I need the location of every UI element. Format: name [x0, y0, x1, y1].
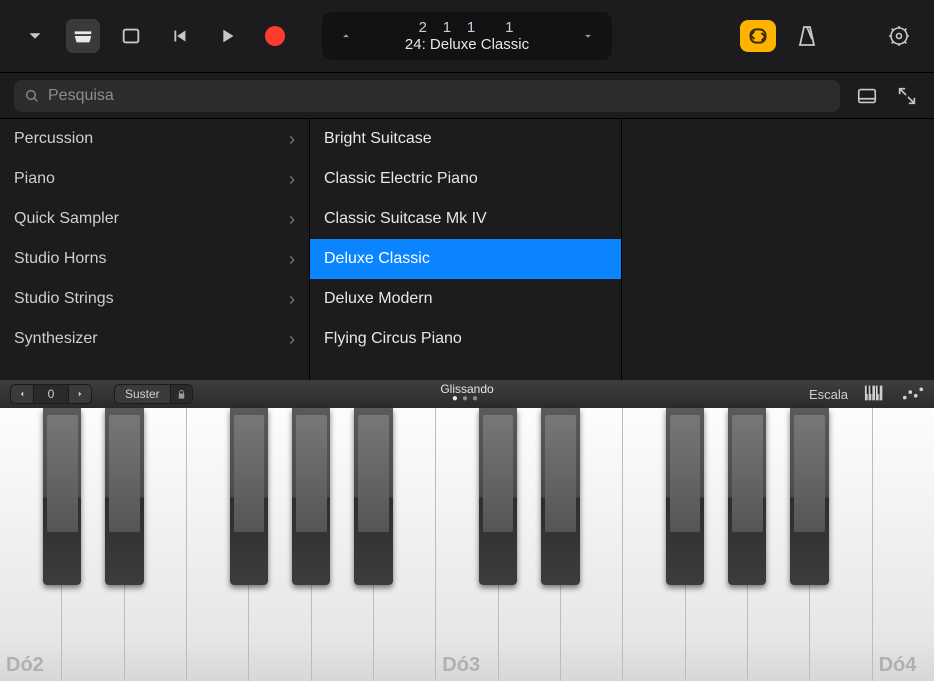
search-row — [0, 72, 934, 118]
key-label: Dó2 — [6, 654, 44, 677]
chevron-right-icon: › — [289, 209, 295, 230]
transport-left — [18, 19, 292, 53]
category-item[interactable]: Studio Horns › — [0, 239, 309, 279]
keyboard-toolbar: 0 Suster Glissando ●●● Escala — [0, 380, 934, 408]
key-label: Dó3 — [442, 654, 480, 677]
white-key[interactable] — [623, 408, 685, 681]
white-key[interactable] — [62, 408, 124, 681]
category-item[interactable]: Studio Strings › — [0, 279, 309, 319]
white-key[interactable] — [312, 408, 374, 681]
top-toolbar: 2 1 1 1 24: Deluxe Classic — [0, 0, 934, 72]
category-label: Studio Strings — [14, 290, 114, 308]
category-label: Synthesizer — [14, 330, 98, 348]
sound-browser: Percussion›Piano›Quick Sampler›Studio Ho… — [0, 118, 934, 380]
keyboard-mode[interactable]: Glissando ●●● — [440, 382, 493, 402]
go-to-start-button[interactable] — [162, 19, 196, 53]
metronome-button[interactable] — [790, 19, 824, 53]
search-input[interactable] — [48, 87, 830, 105]
cycle-button[interactable] — [740, 20, 776, 52]
key-label: Dó4 — [879, 654, 917, 677]
chevron-right-icon: › — [289, 169, 295, 190]
fullscreen-button[interactable] — [894, 83, 920, 109]
view-mode-button[interactable] — [854, 83, 880, 109]
piano-keyboard[interactable]: Dó2 Dó3 Dó4 — [0, 408, 934, 681]
lcd-time: 2 1 1 1 — [415, 19, 520, 36]
sustain-lock-button[interactable] — [170, 384, 192, 404]
preset-item[interactable]: Classic Electric Piano — [310, 159, 621, 199]
octave-down-button[interactable] — [10, 384, 34, 404]
category-column[interactable]: Percussion›Piano›Quick Sampler›Studio Ho… — [0, 119, 310, 380]
white-key[interactable] — [249, 408, 311, 681]
preset-item[interactable]: Flying Circus Piano — [310, 319, 621, 359]
category-label: Percussion — [14, 130, 93, 148]
white-key[interactable] — [374, 408, 436, 681]
white-key[interactable]: Dó3 — [436, 408, 498, 681]
lock-icon — [176, 389, 187, 400]
chevron-right-icon: › — [289, 249, 295, 270]
preset-item[interactable]: Bright Suitcase — [310, 119, 621, 159]
lcd-center[interactable]: 2 1 1 1 24: Deluxe Classic — [360, 19, 574, 54]
octave-up-button[interactable] — [68, 384, 92, 404]
category-label: Studio Horns — [14, 250, 107, 268]
chevron-right-icon: › — [289, 289, 295, 310]
play-button[interactable] — [210, 19, 244, 53]
octave-value: 0 — [34, 384, 68, 404]
scale-button[interactable]: Escala — [809, 387, 848, 402]
record-icon — [265, 26, 285, 46]
category-label: Quick Sampler — [14, 210, 119, 228]
white-key[interactable] — [748, 408, 810, 681]
preset-item[interactable]: Deluxe Classic — [310, 239, 621, 279]
prev-preset-button[interactable] — [332, 29, 360, 43]
toolbar-right — [740, 19, 916, 53]
page-dots: ●●● — [440, 396, 493, 402]
white-key[interactable] — [125, 408, 187, 681]
chevron-right-icon: › — [289, 329, 295, 350]
keyboard-layout-button[interactable] — [864, 384, 886, 405]
octave-stepper: 0 — [10, 384, 92, 404]
library-button[interactable] — [66, 19, 100, 53]
white-key[interactable]: Dó2 — [0, 408, 62, 681]
record-button[interactable] — [258, 19, 292, 53]
search-icon — [24, 88, 40, 104]
sustain-label: Suster — [115, 387, 170, 401]
preset-item[interactable]: Deluxe Modern — [310, 279, 621, 319]
category-item[interactable]: Piano › — [0, 159, 309, 199]
category-label: Piano — [14, 170, 55, 188]
detail-column — [622, 119, 934, 380]
arpeggiator-button[interactable] — [902, 384, 924, 405]
search-box[interactable] — [14, 80, 840, 112]
window-mode-button[interactable] — [114, 19, 148, 53]
category-item[interactable]: Percussion › — [0, 119, 309, 159]
white-key[interactable] — [561, 408, 623, 681]
white-key[interactable] — [499, 408, 561, 681]
preset-item[interactable]: Classic Suitcase Mk IV — [310, 199, 621, 239]
next-preset-button[interactable] — [574, 29, 602, 43]
lcd-display: 2 1 1 1 24: Deluxe Classic — [322, 12, 612, 60]
sustain-control[interactable]: Suster — [114, 384, 193, 404]
white-key[interactable] — [686, 408, 748, 681]
lcd-preset-name: 24: Deluxe Classic — [405, 36, 529, 53]
category-item[interactable]: Quick Sampler › — [0, 199, 309, 239]
chevron-right-icon: › — [289, 129, 295, 150]
settings-button[interactable] — [882, 19, 916, 53]
preset-column[interactable]: Bright SuitcaseClassic Electric PianoCla… — [310, 119, 622, 380]
disclosure-button[interactable] — [18, 19, 52, 53]
white-key[interactable] — [187, 408, 249, 681]
white-key[interactable]: Dó4 — [873, 408, 934, 681]
white-key[interactable] — [810, 408, 872, 681]
category-item[interactable]: Synthesizer › — [0, 319, 309, 359]
